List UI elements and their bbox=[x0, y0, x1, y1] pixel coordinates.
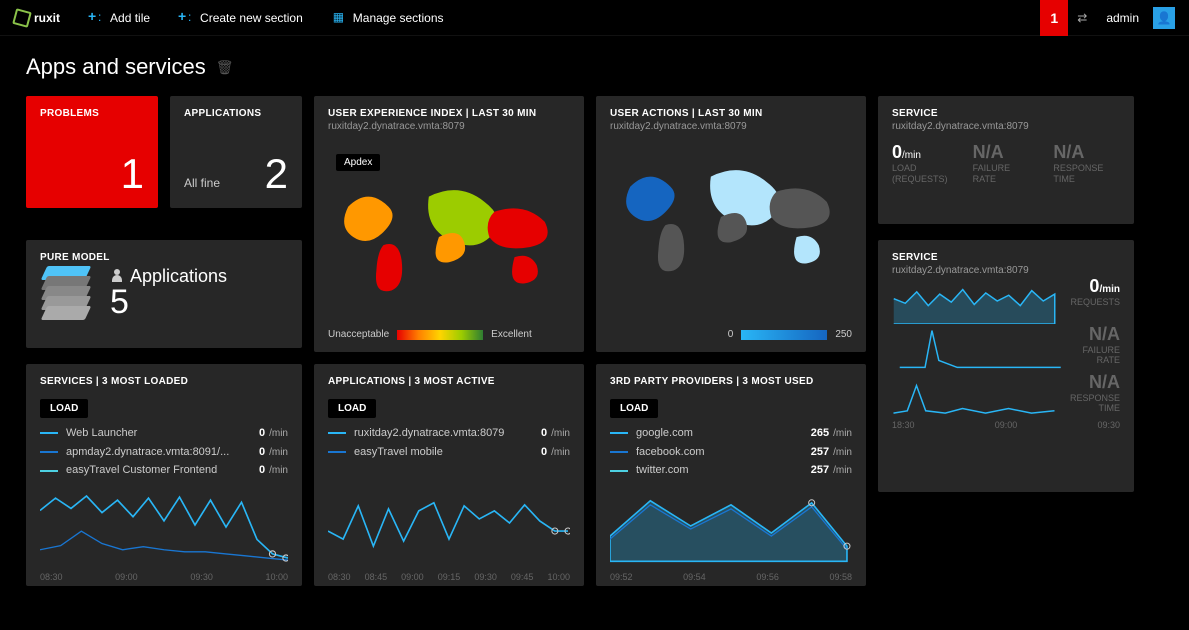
trash-icon[interactable]: 🗑 bbox=[216, 59, 234, 76]
tile-apps-active[interactable]: APPLICATIONS | 3 MOST ACTIVE LOAD ruxitd… bbox=[314, 364, 584, 586]
svc2-title: SERVICE bbox=[878, 240, 1134, 265]
count-gradient-icon bbox=[741, 330, 827, 340]
sparkline-requests bbox=[892, 278, 1056, 324]
add-tile-label: Add tile bbox=[110, 11, 150, 25]
create-section-button[interactable]: Create new section bbox=[180, 11, 303, 25]
apdex-badge: Apdex bbox=[336, 154, 380, 171]
sparkline-response bbox=[892, 374, 1056, 420]
tile-services-loaded[interactable]: SERVICES | 3 MOST LOADED LOAD Web Launch… bbox=[26, 364, 302, 586]
manage-sections-icon bbox=[333, 12, 345, 24]
manage-sections-button[interactable]: Manage sections bbox=[333, 11, 444, 25]
tile-applications-status: All fine bbox=[184, 176, 220, 190]
ua-legend-low: 0 bbox=[728, 329, 734, 340]
tile-problems[interactable]: PROBLEMS 1 bbox=[26, 96, 158, 208]
apdex-gradient-icon bbox=[397, 330, 483, 340]
brand: ruxit bbox=[34, 11, 60, 25]
alert-badge[interactable]: 1 bbox=[1040, 0, 1068, 36]
apps-active-chart bbox=[328, 486, 570, 566]
logo-icon bbox=[14, 10, 30, 26]
user-name[interactable]: admin bbox=[1096, 11, 1149, 25]
tile-applications[interactable]: APPLICATIONS All fine 2 bbox=[170, 96, 302, 208]
world-map-apdex bbox=[328, 172, 570, 302]
person-icon bbox=[110, 269, 124, 283]
page-title: Apps and services bbox=[26, 54, 206, 80]
tile-uei[interactable]: USER EXPERIENCE INDEX | LAST 30 MIN ruxi… bbox=[314, 96, 584, 352]
tile-ua-sub: ruxitday2.dynatrace.vmta:8079 bbox=[596, 121, 866, 132]
pure-title: PURE MODEL bbox=[26, 240, 124, 265]
tile-applications-count: 2 bbox=[265, 150, 288, 198]
tile-pure-model[interactable]: PURE MODEL Applications 5 bbox=[26, 240, 302, 348]
tile-ua-title: USER ACTIONS | LAST 30 MIN bbox=[596, 96, 866, 121]
tile-applications-title: APPLICATIONS bbox=[170, 96, 302, 121]
layers-icon bbox=[44, 266, 100, 322]
manage-sections-label: Manage sections bbox=[353, 11, 444, 25]
tile-service-sparklines[interactable]: SERVICE ruxitday2.dynatrace.vmta:8079 0/… bbox=[878, 240, 1134, 492]
svc1-sub: ruxitday2.dynatrace.vmta:8079 bbox=[878, 121, 1134, 132]
sync-icon[interactable]: ⇄ bbox=[1068, 0, 1096, 36]
avatar-icon[interactable]: 👤 bbox=[1153, 7, 1175, 29]
tile-uei-sub: ruxitday2.dynatrace.vmta:8079 bbox=[314, 121, 584, 132]
tile-third-party[interactable]: 3RD PARTY PROVIDERS | 3 MOST USED LOAD g… bbox=[596, 364, 866, 586]
sparkline-failure bbox=[892, 326, 1068, 372]
ua-legend-high: 250 bbox=[835, 329, 852, 340]
third-party-chart bbox=[610, 486, 852, 566]
services-load-chart bbox=[40, 486, 288, 566]
create-section-label: Create new section bbox=[200, 11, 303, 25]
uei-legend-high: Excellent bbox=[491, 329, 532, 340]
svc1-title: SERVICE bbox=[878, 96, 1134, 121]
tile-user-actions[interactable]: USER ACTIONS | LAST 30 MIN ruxitday2.dyn… bbox=[596, 96, 866, 352]
tile-problems-title: PROBLEMS bbox=[26, 96, 158, 121]
svc2-sub: ruxitday2.dynatrace.vmta:8079 bbox=[878, 265, 1134, 276]
pure-count: 5 bbox=[110, 283, 227, 322]
top-bar: ruxit Add tile Create new section Manage… bbox=[0, 0, 1189, 36]
tile-uei-title: USER EXPERIENCE INDEX | LAST 30 MIN bbox=[314, 96, 584, 121]
create-section-icon bbox=[180, 12, 192, 24]
tile-service-metrics[interactable]: SERVICE ruxitday2.dynatrace.vmta:8079 0/… bbox=[878, 96, 1134, 224]
tile-problems-count: 1 bbox=[121, 150, 144, 198]
svc1-load-cap: LOAD (REQUESTS) bbox=[892, 163, 959, 185]
services-load-list: Web Launcher0/min apmday2.dynatrace.vmta… bbox=[26, 424, 302, 480]
world-map-actions bbox=[610, 152, 852, 282]
uei-legend-low: Unacceptable bbox=[328, 329, 389, 340]
add-tile-icon bbox=[90, 12, 102, 24]
add-tile-button[interactable]: Add tile bbox=[90, 11, 150, 25]
